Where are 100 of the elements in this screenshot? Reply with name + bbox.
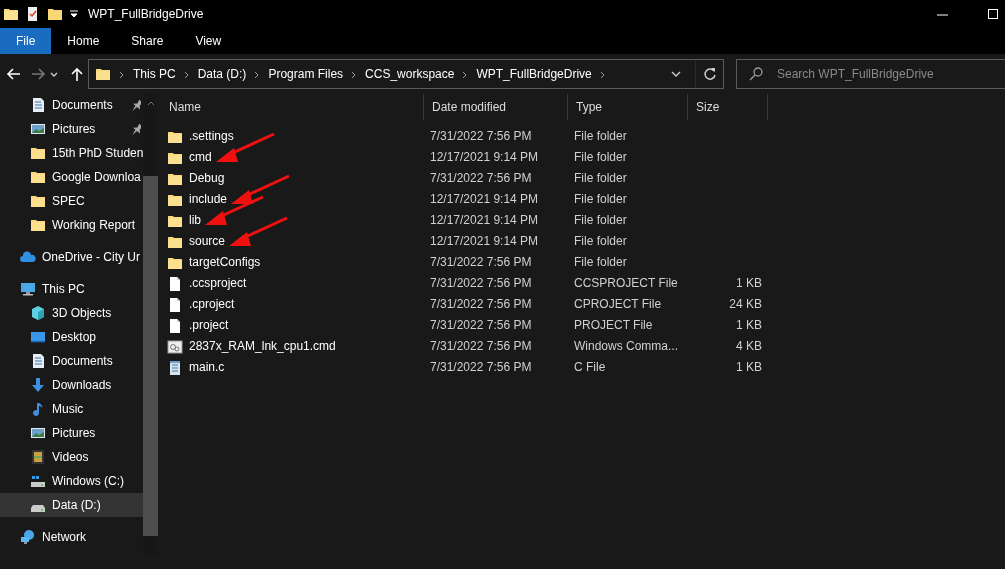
file-icon (167, 275, 183, 292)
file-name[interactable]: targetConfigs (189, 252, 261, 273)
dropdown-icon[interactable] (671, 70, 681, 78)
breadcrumb-link[interactable]: WPT_FullBridgeDrive (476, 65, 592, 83)
file-name[interactable]: Debug (189, 168, 225, 189)
table-cell-text: CCSPROJECT File (573, 275, 679, 292)
new-folder-icon[interactable] (47, 6, 63, 22)
monitor-icon (20, 281, 36, 297)
table-cell-text: File folder (573, 212, 628, 229)
table-cell-text: C File (573, 359, 607, 376)
sidebar-item[interactable]: 15th PhD Studen (0, 141, 144, 165)
desktop-icon (30, 329, 46, 345)
sidebar-item[interactable]: Data (D:) (0, 493, 144, 517)
sidebar-item[interactable]: Music (0, 397, 144, 421)
scroll-up-icon[interactable] (146, 101, 155, 107)
table-cell-text: File folder (573, 170, 628, 187)
file-name[interactable]: main.c (189, 357, 225, 378)
sidebar-item[interactable]: Desktop (0, 325, 144, 349)
picture-icon (30, 425, 46, 441)
sidebar-item[interactable]: Network (0, 525, 144, 549)
table-cell-text: File folder (573, 149, 628, 166)
recent-dropdown-icon[interactable] (50, 70, 58, 78)
refresh-icon[interactable] (702, 67, 717, 81)
breadcrumb-link[interactable]: Program Files (268, 65, 344, 83)
table-cell-text: 12/17/2021 9:14 PM (429, 212, 540, 229)
chevron-icon (254, 70, 261, 79)
table-cell-text: File folder (573, 254, 628, 271)
sidebar-item[interactable]: Documents (0, 93, 144, 117)
table-cell-text: 7/31/2022 7:56 PM (429, 296, 533, 313)
ribbon-tab[interactable]: File (0, 28, 52, 54)
table-cell-text: 7/31/2022 7:56 PM (429, 359, 533, 376)
column-header[interactable]: Date modified (424, 94, 568, 120)
notepad-icon (167, 359, 183, 376)
file-name[interactable]: source (189, 231, 226, 252)
sidebar-item[interactable]: OneDrive - City Ur (0, 245, 144, 269)
search-field[interactable]: Search WPT_FullBridgeDrive (775, 64, 1005, 84)
column-header[interactable]: Type (568, 94, 688, 120)
ribbon-tab[interactable]: Share (115, 28, 180, 54)
network-icon (20, 529, 36, 545)
forward-icon[interactable] (32, 67, 46, 81)
file-name[interactable]: .cproject (189, 294, 235, 315)
column-header[interactable]: Name (161, 94, 424, 120)
search-box[interactable]: Search WPT_FullBridgeDrive (736, 59, 1005, 89)
drive-icon (30, 503, 46, 513)
sidebar-item[interactable]: Pictures (0, 421, 144, 445)
file-icon (167, 317, 183, 334)
table-cell-text: 7/31/2022 7:56 PM (429, 254, 533, 271)
table-cell-text: 1 KB (735, 275, 763, 292)
search-icon (749, 67, 763, 81)
folder-icon (3, 6, 19, 22)
table-cell-text: 7/31/2022 7:56 PM (429, 170, 533, 187)
table-cell-text: 12/17/2021 9:14 PM (429, 191, 540, 208)
film-icon (30, 449, 46, 465)
file-name[interactable]: include (189, 189, 228, 210)
document-icon (30, 353, 46, 369)
sidebar-item[interactable]: SPEC (0, 189, 144, 213)
ribbon-tab[interactable]: Home (51, 28, 116, 54)
folder-icon (30, 193, 46, 209)
sidebar-item[interactable]: Videos (0, 445, 144, 469)
file-name[interactable]: .settings (189, 126, 234, 147)
chevron-icon (351, 70, 358, 79)
sidebar-item[interactable]: Pictures (0, 117, 144, 141)
address-bar[interactable]: This PC Data (D:) Program Files CCS_workspace WPT_FullBridgeDrive (88, 59, 724, 89)
ribbon-tab[interactable]: View (179, 28, 238, 54)
cube-icon (30, 305, 46, 321)
chevron-icon (462, 70, 469, 79)
sidebar-item[interactable]: Windows (C:) (0, 469, 144, 493)
scrollbar-thumb[interactable] (143, 176, 159, 536)
download-arrow-icon (30, 377, 46, 393)
maximize-icon[interactable] (988, 9, 998, 19)
file-name[interactable]: 2837x_RAM_lnk_cpu1.cmd (189, 336, 336, 357)
file-name[interactable]: .ccsproject (189, 273, 247, 294)
table-cell-text: File folder (573, 191, 628, 208)
table-cell-text: Windows Comma... (573, 338, 680, 355)
document-icon (30, 97, 46, 113)
sidebar-item[interactable]: Documents (0, 349, 144, 373)
column-header[interactable]: Size (688, 94, 768, 120)
sidebar-item[interactable]: Working Report (0, 213, 144, 237)
file-name[interactable]: .project (189, 315, 229, 336)
sidebar-item[interactable]: 3D Objects (0, 301, 144, 325)
table-cell-text: CPROJECT File (573, 296, 663, 313)
up-icon[interactable] (70, 67, 84, 81)
file-icon (167, 296, 183, 313)
chevron-icon (119, 70, 125, 79)
sidebar-item[interactable]: This PC (0, 277, 144, 301)
breadcrumb-link[interactable]: CCS_workspace (365, 65, 455, 83)
sidebar-item[interactable]: Downloads (0, 373, 144, 397)
folder-icon (30, 145, 46, 161)
file-name[interactable]: cmd (189, 147, 212, 168)
breadcrumb-link[interactable]: Data (D:) (197, 65, 247, 83)
table-cell-text: 12/17/2021 9:14 PM (429, 233, 540, 250)
settings-file-icon (167, 338, 183, 355)
file-name[interactable]: lib (189, 210, 201, 231)
breadcrumb-link[interactable]: This PC (133, 65, 176, 83)
back-icon[interactable] (6, 67, 20, 81)
table-cell-text: File folder (573, 233, 628, 250)
sidebar-item[interactable]: Google Downloa (0, 165, 144, 189)
table-cell-text: PROJECT File (573, 317, 654, 334)
table-cell-text: 24 KB (728, 296, 763, 313)
table-cell-text: 4 KB (735, 338, 763, 355)
